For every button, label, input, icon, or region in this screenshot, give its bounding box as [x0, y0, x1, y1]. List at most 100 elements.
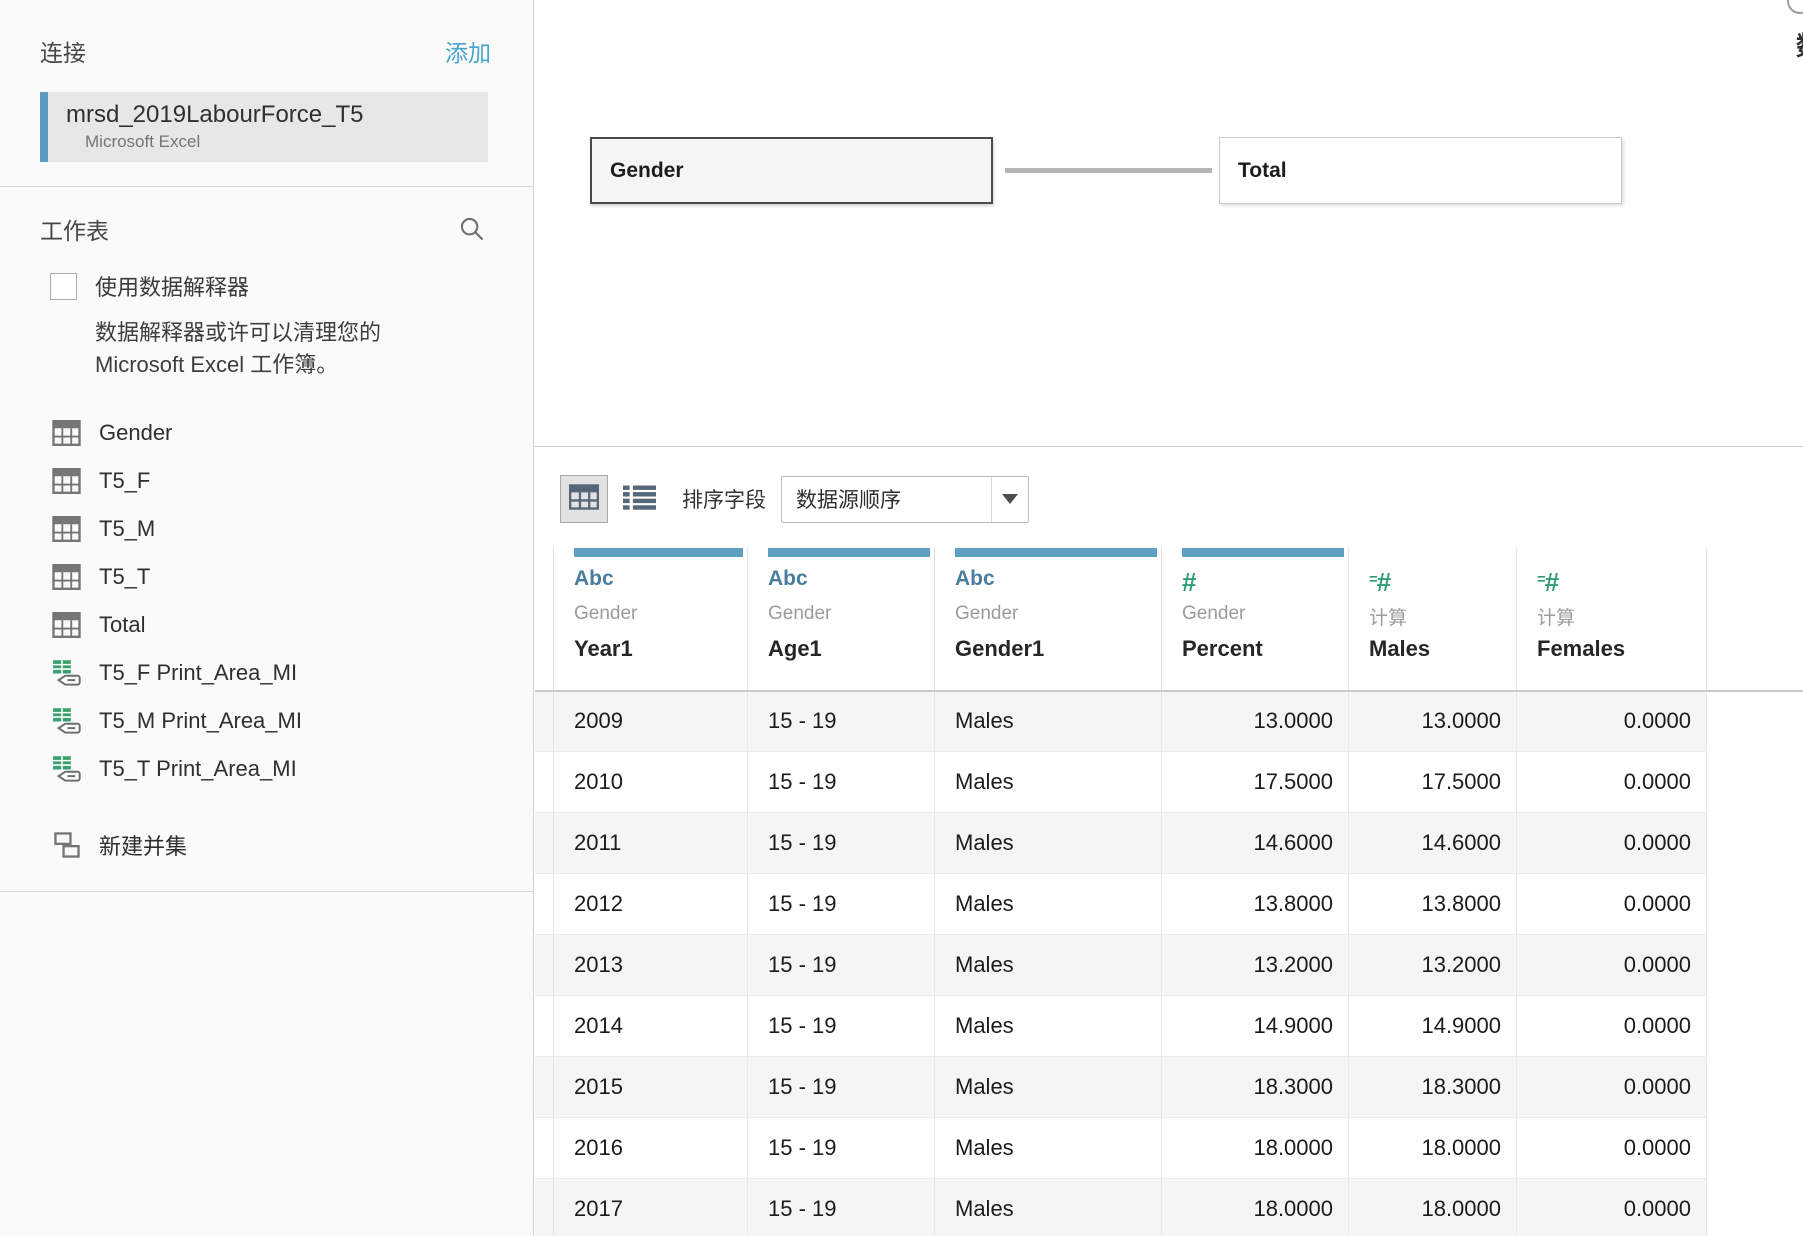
new-union-button[interactable]: 新建并集	[0, 821, 534, 869]
row-gutter	[535, 813, 554, 874]
named-range-icon	[52, 755, 84, 784]
cell-males-row1: 17.5000	[1349, 752, 1517, 813]
sidebar-divider-bottom	[0, 891, 534, 892]
connection-card[interactable]: mrsd_2019LabourForce_T5 Microsoft Excel	[40, 92, 488, 162]
cell-males-row6: 18.3000	[1349, 1057, 1517, 1118]
cell-females-row8: 0.0000	[1517, 1179, 1707, 1236]
cell-males-row5: 14.9000	[1349, 996, 1517, 1057]
column-highlight-bar	[1537, 548, 1702, 557]
sheet-item-Gender[interactable]: Gender	[0, 409, 534, 457]
cell-males-row7: 18.0000	[1349, 1118, 1517, 1179]
sheet-item-T5_F[interactable]: T5_F	[0, 457, 534, 505]
grid-header-gutter	[535, 548, 554, 691]
cell-year1-row6: 2015	[554, 1057, 748, 1118]
column-header-Gender1[interactable]: AbcGenderGender1	[935, 548, 1162, 691]
data-interpreter-label: 使用数据解释器	[95, 270, 249, 302]
table-connector-line	[1005, 168, 1212, 173]
sort-fields-label: 排序字段	[682, 484, 766, 514]
column-role-label: Gender	[1182, 603, 1348, 627]
column-header-Females[interactable]: =#计算Females	[1517, 548, 1707, 691]
cell-gender1-row6: Males	[935, 1057, 1162, 1118]
sheet-icon	[52, 420, 84, 446]
grid-view-button[interactable]	[560, 475, 608, 523]
cell-percent-row1: 17.5000	[1162, 752, 1349, 813]
grid-toolbar: 排序字段 数据源顺序	[560, 475, 1029, 523]
column-header-Percent[interactable]: #GenderPercent	[1162, 548, 1349, 691]
cell-males-row8: 18.0000	[1349, 1179, 1517, 1236]
connections-title: 连接	[40, 34, 86, 68]
cell-age1-row0: 15 - 19	[748, 691, 935, 752]
cell-females-row1: 0.0000	[1517, 752, 1707, 813]
column-header-Age1[interactable]: AbcGenderAge1	[748, 548, 935, 691]
row-gutter	[535, 1057, 554, 1118]
cell-age1-row3: 15 - 19	[748, 874, 935, 935]
cell-age1-row8: 15 - 19	[748, 1179, 935, 1236]
cell-percent-row5: 14.9000	[1162, 996, 1349, 1057]
column-field-name: Males	[1369, 636, 1516, 662]
grid-view-icon	[569, 484, 599, 515]
row-gutter	[535, 752, 554, 813]
cell-gender1-row4: Males	[935, 935, 1162, 996]
cell-age1-row5: 15 - 19	[748, 996, 935, 1057]
data-interpreter-hint: 数据解释器或许可以清理您的 Microsoft Excel 工作簿。	[95, 317, 465, 381]
canvas-table-gender[interactable]: Gender	[590, 137, 993, 204]
cell-gender1-row5: Males	[935, 996, 1162, 1057]
column-role-label: Gender	[955, 603, 1161, 627]
cell-percent-row8: 18.0000	[1162, 1179, 1349, 1236]
sheet-item-T5_F-Print_Area_MI[interactable]: T5_F Print_Area_MI	[0, 649, 534, 697]
cell-percent-row2: 14.6000	[1162, 813, 1349, 874]
sheets-header: 工作表	[40, 212, 485, 246]
data-grid: AbcGenderYear1AbcGenderAge1AbcGenderGend…	[535, 548, 1707, 1236]
column-header-Males[interactable]: =#计算Males	[1349, 548, 1517, 691]
sheet-item-label: T5_F	[99, 468, 150, 494]
sheet-item-T5_T-Print_Area_MI[interactable]: T5_T Print_Area_MI	[0, 745, 534, 793]
search-icon[interactable]	[459, 216, 485, 242]
sheet-item-label: T5_T Print_Area_MI	[99, 756, 297, 782]
column-header-Year1[interactable]: AbcGenderYear1	[554, 548, 748, 691]
sheet-item-T5_M[interactable]: T5_M	[0, 505, 534, 553]
list-view-icon	[623, 483, 656, 515]
sheet-item-Total[interactable]: Total	[0, 601, 534, 649]
row-gutter	[535, 1179, 554, 1236]
chevron-down-icon	[1002, 494, 1018, 504]
column-role-label: 计算	[1537, 603, 1706, 627]
clipped-circle-icon	[1787, 0, 1803, 14]
cell-year1-row7: 2016	[554, 1118, 748, 1179]
cell-gender1-row8: Males	[935, 1179, 1162, 1236]
cell-females-row0: 0.0000	[1517, 691, 1707, 752]
sheet-item-T5_T[interactable]: T5_T	[0, 553, 534, 601]
string-type-icon: Abc	[955, 567, 1161, 597]
canvas-table-total-label: Total	[1238, 159, 1287, 183]
cell-males-row4: 13.2000	[1349, 935, 1517, 996]
sort-order-dropdown[interactable]: 数据源顺序	[781, 476, 1029, 523]
canvas-table-total[interactable]: Total	[1219, 137, 1622, 204]
header-underline	[535, 690, 1803, 692]
calculated-number-icon: =#	[1537, 567, 1706, 597]
sheet-item-label: T5_M	[99, 516, 155, 542]
add-connection-link[interactable]: 添加	[445, 34, 491, 68]
join-canvas: Gender Total 数	[535, 0, 1803, 447]
cell-year1-row4: 2013	[554, 935, 748, 996]
cell-age1-row6: 15 - 19	[748, 1057, 935, 1118]
row-gutter	[535, 935, 554, 996]
cell-females-row7: 0.0000	[1517, 1118, 1707, 1179]
cell-year1-row8: 2017	[554, 1179, 748, 1236]
string-type-icon: Abc	[768, 567, 934, 597]
cell-percent-row7: 18.0000	[1162, 1118, 1349, 1179]
cell-year1-row3: 2012	[554, 874, 748, 935]
data-interpreter-checkbox[interactable]	[50, 273, 77, 300]
metadata-view-button[interactable]	[618, 475, 660, 523]
sheet-item-T5_M-Print_Area_MI[interactable]: T5_M Print_Area_MI	[0, 697, 534, 745]
string-type-icon: Abc	[574, 567, 747, 597]
cell-age1-row7: 15 - 19	[748, 1118, 935, 1179]
sheet-item-label: Total	[99, 612, 145, 638]
cell-year1-row1: 2010	[554, 752, 748, 813]
cell-age1-row1: 15 - 19	[748, 752, 935, 813]
cell-females-row2: 0.0000	[1517, 813, 1707, 874]
cell-females-row6: 0.0000	[1517, 1057, 1707, 1118]
cell-females-row3: 0.0000	[1517, 874, 1707, 935]
sheet-item-label: Gender	[99, 420, 172, 446]
sheet-item-label: T5_T	[99, 564, 150, 590]
left-sidebar: 连接 添加 mrsd_2019LabourForce_T5 Microsoft …	[0, 0, 534, 1236]
column-role-label: Gender	[768, 603, 934, 627]
